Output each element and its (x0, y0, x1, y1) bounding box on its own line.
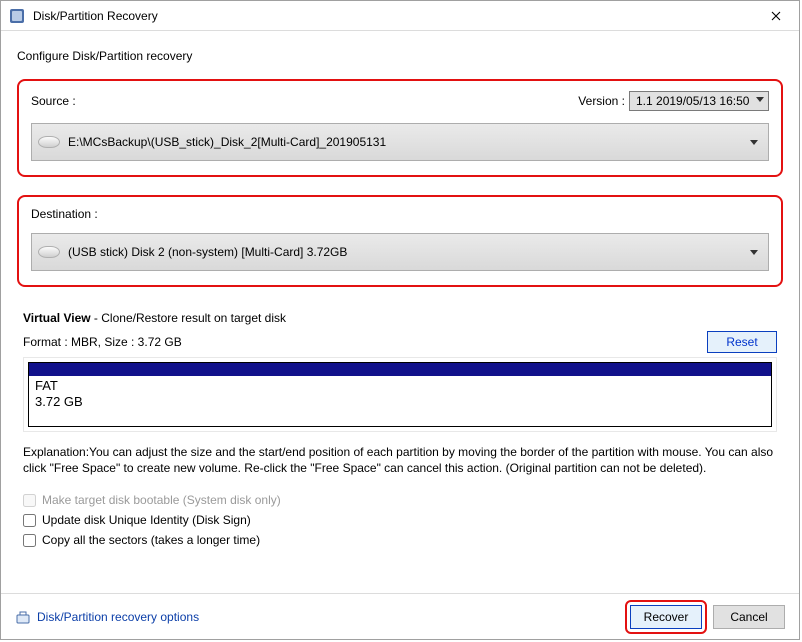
configure-heading: Configure Disk/Partition recovery (17, 49, 783, 63)
partition-block[interactable]: FAT 3.72 GB (28, 362, 772, 427)
options-checks: Make target disk bootable (System disk o… (23, 490, 777, 550)
chevron-down-icon (750, 250, 758, 255)
disk-icon (38, 246, 60, 258)
partition-fs: FAT (35, 378, 765, 394)
virtual-view-title: Virtual View - Clone/Restore result on t… (23, 311, 777, 325)
check-update-uid[interactable] (23, 514, 36, 527)
check-bootable-row: Make target disk bootable (System disk o… (23, 490, 777, 510)
source-path: E:\MCsBackup\(USB_stick)_Disk_2[Multi-Ca… (68, 135, 386, 149)
footer: Disk/Partition recovery options Recover … (1, 593, 799, 639)
version-select[interactable]: 1.1 2019/05/13 16:50 (629, 91, 769, 111)
destination-label: Destination : (31, 207, 98, 221)
options-icon (15, 609, 31, 625)
app-window: Disk/Partition Recovery Configure Disk/P… (0, 0, 800, 640)
destination-select[interactable]: (USB stick) Disk 2 (non-system) [Multi-C… (31, 233, 769, 271)
virtual-view-title-bold: Virtual View (23, 311, 91, 325)
check-copy-all-label: Copy all the sectors (takes a longer tim… (42, 533, 260, 547)
disk-icon (38, 136, 60, 148)
source-path-select[interactable]: E:\MCsBackup\(USB_stick)_Disk_2[Multi-Ca… (31, 123, 769, 161)
check-copy-all-row[interactable]: Copy all the sectors (takes a longer tim… (23, 530, 777, 550)
check-bootable-label: Make target disk bootable (System disk o… (42, 493, 281, 507)
check-update-uid-row[interactable]: Update disk Unique Identity (Disk Sign) (23, 510, 777, 530)
options-link[interactable]: Disk/Partition recovery options (37, 610, 199, 624)
destination-value: (USB stick) Disk 2 (non-system) [Multi-C… (68, 245, 347, 259)
destination-group: Destination : (USB stick) Disk 2 (non-sy… (17, 195, 783, 287)
format-line: Format : MBR, Size : 3.72 GB (23, 335, 182, 349)
version-value: 1.1 2019/05/13 16:50 (636, 94, 749, 108)
partition-header-bar (29, 363, 771, 376)
content-area: Configure Disk/Partition recovery Source… (1, 31, 799, 593)
titlebar: Disk/Partition Recovery (1, 1, 799, 31)
check-copy-all[interactable] (23, 534, 36, 547)
recover-highlight: Recover (625, 600, 707, 634)
partition-map: FAT 3.72 GB (23, 357, 777, 432)
app-icon (9, 8, 25, 24)
recover-button[interactable]: Recover (630, 605, 702, 629)
version-label: Version : (578, 94, 625, 108)
chevron-down-icon (756, 97, 764, 102)
partition-size: 3.72 GB (35, 394, 765, 410)
source-group: Source : Version : 1.1 2019/05/13 16:50 … (17, 79, 783, 177)
chevron-down-icon (750, 140, 758, 145)
source-label: Source : (31, 94, 76, 108)
close-button[interactable] (753, 1, 799, 31)
check-bootable (23, 494, 36, 507)
cancel-button[interactable]: Cancel (713, 605, 785, 629)
window-title: Disk/Partition Recovery (33, 9, 753, 23)
check-update-uid-label: Update disk Unique Identity (Disk Sign) (42, 513, 251, 527)
virtual-view-title-rest: - Clone/Restore result on target disk (91, 311, 286, 325)
explanation-text: Explanation:You can adjust the size and … (23, 444, 777, 476)
reset-button[interactable]: Reset (707, 331, 777, 353)
